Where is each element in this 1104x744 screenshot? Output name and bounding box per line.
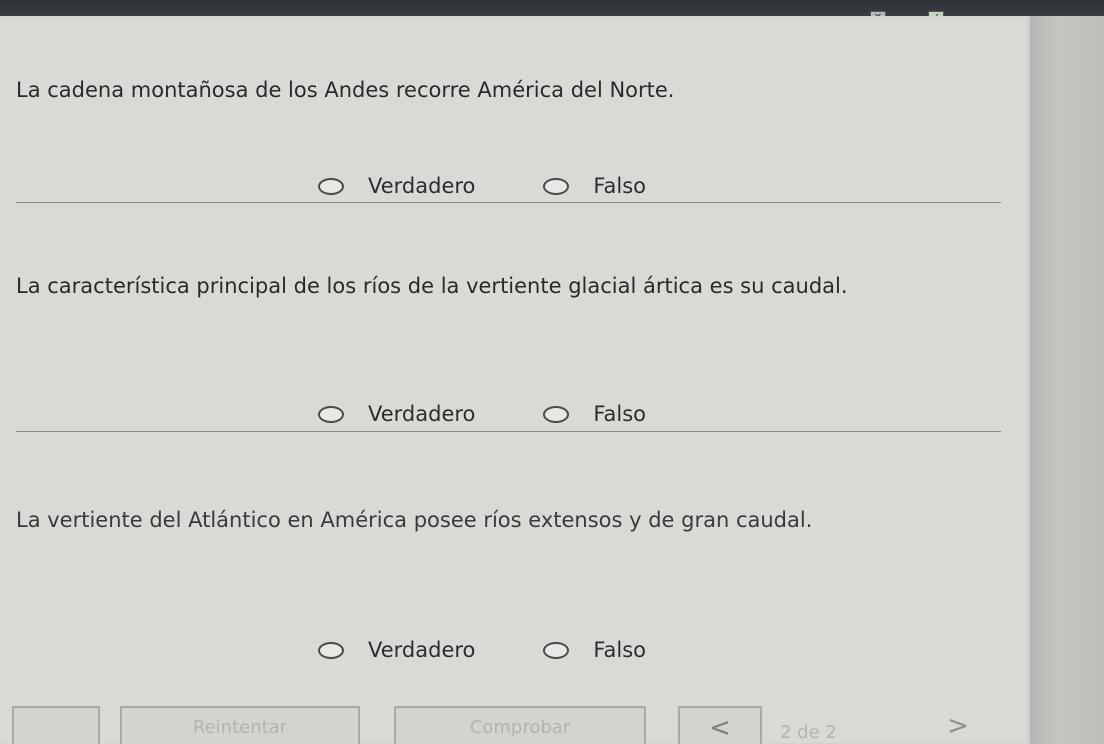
radio-button[interactable] [318,405,344,423]
question-2-false-option[interactable]: Falso [543,402,646,426]
right-scroll-area [1030,16,1104,744]
divider [16,202,1001,203]
question-1-false-option[interactable]: Falso [543,174,646,198]
radio-button[interactable] [543,641,570,659]
option-label: Verdadero [368,638,476,662]
page-indicator: 2 de 2 [780,722,837,743]
question-1-true-option[interactable]: Verdadero [318,174,475,198]
undo-button[interactable] [12,706,100,744]
question-3-text: La vertiente del Atlántico en América po… [16,508,813,532]
quiz-screen: ✕ ✓ La cadena montañosa de los Andes rec… [0,0,1104,744]
option-label: Falso [593,638,647,662]
next-page-button[interactable]: > [912,706,1004,744]
previous-page-button[interactable]: < [678,706,762,744]
question-2-options: Verdadero Falso [318,399,646,429]
radio-button[interactable] [318,641,344,659]
radio-button[interactable] [318,177,344,195]
question-3-true-option[interactable]: Verdadero [318,638,475,662]
check-button[interactable]: Comprobar [394,706,646,744]
question-2-text: La característica principal de los ríos … [16,274,848,298]
question-1-options: Verdadero Falso [318,171,646,201]
radio-button[interactable] [543,177,570,195]
option-label: Falso [593,174,647,198]
option-label: Falso [593,402,647,426]
option-label: Verdadero [368,174,476,198]
question-2-true-option[interactable]: Verdadero [318,402,475,426]
retry-button[interactable]: Reintentar [120,706,360,744]
divider [16,431,1001,432]
question-1-text: La cadena montañosa de los Andes recorre… [16,78,675,102]
question-3-options: Verdadero Falso [318,635,646,665]
option-label: Verdadero [368,402,476,426]
radio-button[interactable] [543,405,570,423]
question-3-false-option[interactable]: Falso [543,638,646,662]
